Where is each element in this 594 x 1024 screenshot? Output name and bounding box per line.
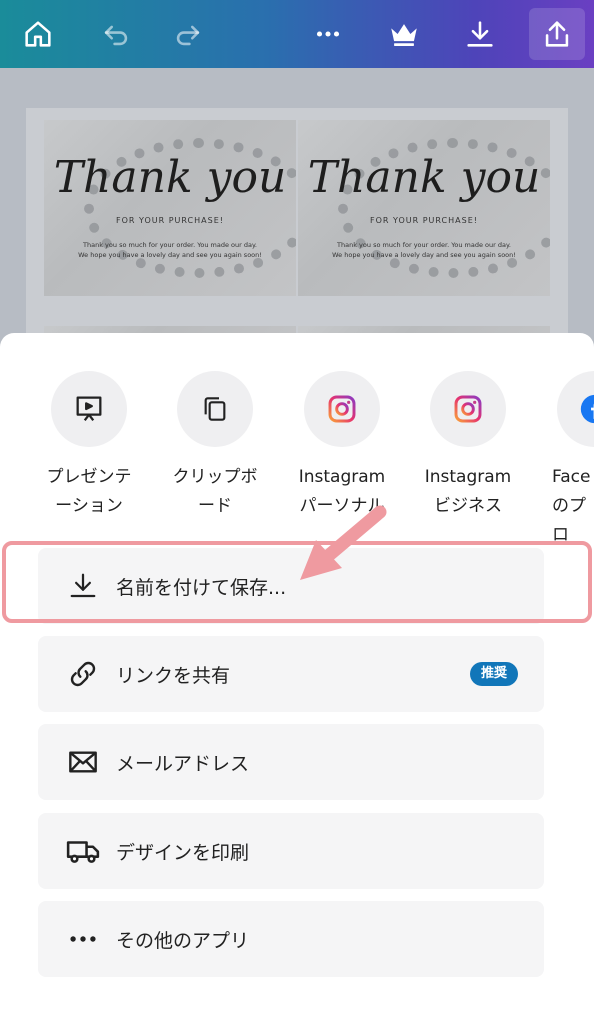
more-button[interactable] xyxy=(304,10,352,58)
share-target-instagram-personal[interactable]: Instagram パーソナル xyxy=(282,371,402,521)
undo-button[interactable] xyxy=(92,10,140,58)
share-target-instagram-business[interactable]: Instagram ビジネス xyxy=(408,371,528,521)
link-icon xyxy=(70,661,96,687)
download-button[interactable] xyxy=(456,10,504,58)
premium-button[interactable] xyxy=(380,10,428,58)
truck-icon xyxy=(66,841,100,863)
facebook-icon xyxy=(580,394,594,424)
share-target-clipboard[interactable]: クリップボ ード xyxy=(155,371,275,521)
pointer-arrow-icon xyxy=(300,505,387,580)
more-icon xyxy=(70,936,96,942)
print-design-label: デザインを印刷 xyxy=(116,841,250,864)
card-message: Thank you so much for your order. You ma… xyxy=(332,241,516,259)
share-target-facebook[interactable]: Face のプロ xyxy=(536,371,594,550)
share-button[interactable] xyxy=(529,8,585,60)
card-subtitle: FOR YOUR PURCHASE! xyxy=(370,216,478,225)
card-title: Thank you xyxy=(53,152,287,203)
share-link-button[interactable]: リンクを共有 推奨 xyxy=(38,636,544,712)
recommended-badge: 推奨 xyxy=(469,662,518,686)
share-sheet: プレゼンテ ーション クリップボ ード Instagram パーソナル Inst… xyxy=(0,333,594,1024)
home-button[interactable] xyxy=(14,10,62,58)
crown-icon xyxy=(391,24,417,47)
mail-icon xyxy=(69,751,97,773)
instagram-icon xyxy=(328,395,356,423)
design-canvas: Thank you FOR YOUR PURCHASE! Thank you s… xyxy=(0,68,594,408)
print-design-button[interactable]: デザインを印刷 xyxy=(38,813,544,889)
more-apps-label: その他のアプリ xyxy=(116,929,250,952)
share-icon xyxy=(545,21,569,47)
email-button[interactable]: メールアドレス xyxy=(38,724,544,800)
redo-icon xyxy=(176,25,200,46)
more-apps-button[interactable]: その他のアプリ xyxy=(38,901,544,977)
thank-you-card: Thank you FOR YOUR PURCHASE! Thank you s… xyxy=(44,120,296,296)
more-icon xyxy=(316,31,340,37)
redo-button[interactable] xyxy=(164,10,212,58)
card-title: Thank you xyxy=(307,152,541,203)
home-icon xyxy=(25,21,51,47)
top-toolbar xyxy=(0,0,594,68)
share-target-presentation[interactable]: プレゼンテ ーション xyxy=(29,371,149,521)
download-icon xyxy=(467,21,493,47)
email-label: メールアドレス xyxy=(116,752,250,775)
thank-you-card: Thank you FOR YOUR PURCHASE! Thank you s… xyxy=(298,120,550,296)
presentation-icon xyxy=(76,396,102,422)
card-message: Thank you so much for your order. You ma… xyxy=(78,241,262,259)
card-subtitle: FOR YOUR PURCHASE! xyxy=(116,216,224,225)
instagram-icon xyxy=(454,395,482,423)
clipboard-icon xyxy=(204,397,226,421)
share-link-label: リンクを共有 xyxy=(116,664,231,687)
undo-icon xyxy=(104,25,128,46)
